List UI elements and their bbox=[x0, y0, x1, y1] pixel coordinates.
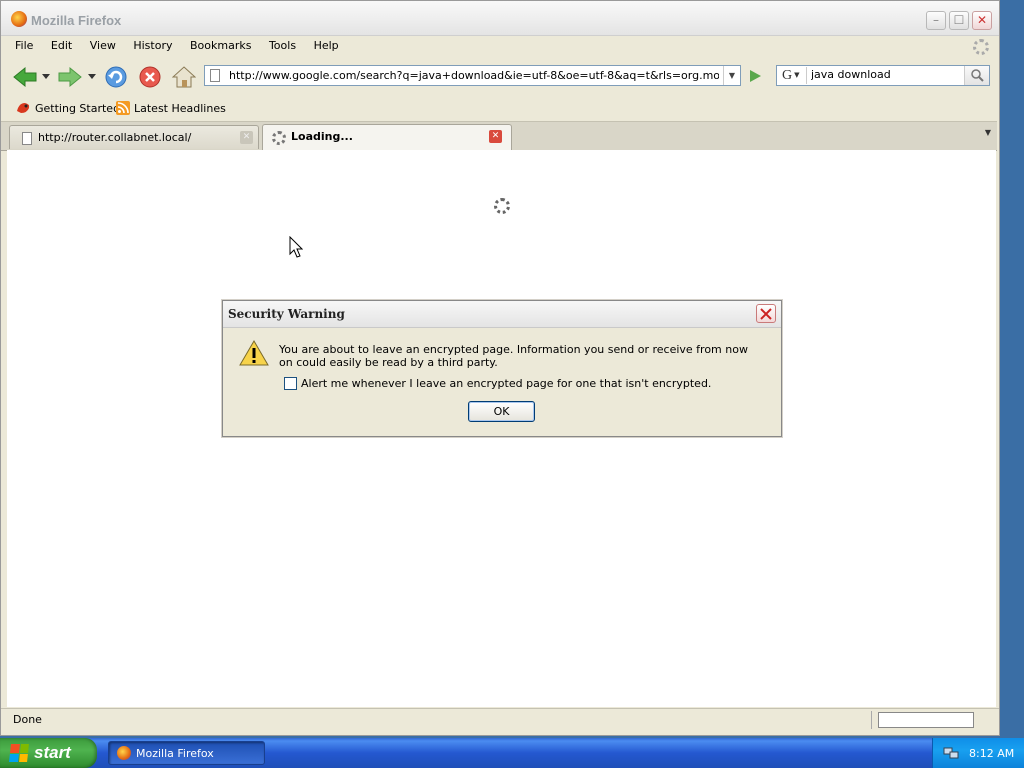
mouse-cursor-icon bbox=[289, 236, 303, 258]
menu-help[interactable]: Help bbox=[314, 39, 339, 52]
forward-button[interactable] bbox=[56, 63, 84, 91]
checkbox-label[interactable]: Alert me whenever I leave an encrypted p… bbox=[301, 377, 711, 390]
warning-icon bbox=[239, 340, 269, 366]
google-icon: G bbox=[782, 68, 793, 83]
back-button[interactable] bbox=[11, 63, 39, 91]
reload-icon bbox=[105, 66, 127, 88]
home-icon bbox=[172, 66, 196, 88]
status-divider bbox=[871, 711, 872, 729]
url-text[interactable]: http://www.google.com/search?q=java+down… bbox=[229, 69, 719, 82]
stop-icon bbox=[139, 66, 161, 88]
close-icon bbox=[760, 307, 772, 320]
dialog-title: Security Warning bbox=[228, 307, 345, 321]
page-loading-spinner-icon bbox=[494, 198, 510, 214]
dialog-title-bar[interactable]: Security Warning bbox=[223, 301, 781, 328]
bookmark-label: Latest Headlines bbox=[134, 101, 226, 115]
menu-tools[interactable]: Tools bbox=[269, 39, 296, 52]
magnifier-icon bbox=[970, 69, 984, 82]
page-icon bbox=[210, 69, 220, 82]
menu-view[interactable]: View bbox=[90, 39, 116, 52]
search-input[interactable] bbox=[811, 68, 961, 81]
menu-edit[interactable]: Edit bbox=[51, 39, 72, 52]
firefox-icon bbox=[11, 11, 27, 27]
start-label: start bbox=[34, 743, 71, 762]
back-arrow-icon bbox=[13, 66, 37, 88]
status-progress-panel bbox=[878, 712, 974, 728]
menu-file[interactable]: File bbox=[15, 39, 33, 52]
stop-button[interactable] bbox=[136, 63, 164, 91]
taskbar-button-label: Mozilla Firefox bbox=[136, 746, 214, 760]
bookmarks-toolbar: Getting Started Latest Headlines bbox=[1, 97, 999, 119]
page-icon bbox=[22, 132, 32, 145]
tab-label: http://router.collabnet.local/ bbox=[38, 131, 192, 144]
tab-close-icon[interactable]: ✕ bbox=[489, 130, 502, 143]
windows-logo-icon bbox=[9, 744, 29, 762]
close-window-button[interactable]: ✕ bbox=[972, 11, 992, 30]
firefox-icon bbox=[117, 746, 131, 760]
forward-history-dropdown[interactable] bbox=[85, 63, 99, 91]
status-text: Done bbox=[13, 713, 42, 726]
tab-list-dropdown[interactable]: ▼ bbox=[985, 128, 991, 137]
search-button[interactable] bbox=[964, 66, 989, 85]
start-button[interactable]: start bbox=[0, 738, 97, 768]
go-button[interactable] bbox=[745, 65, 765, 86]
maximize-button[interactable]: ☐ bbox=[949, 11, 969, 30]
network-icon[interactable] bbox=[943, 746, 959, 760]
system-tray: 8:12 AM bbox=[932, 738, 1024, 768]
chevron-down-icon bbox=[88, 74, 96, 79]
security-warning-dialog: Security Warning You are about to leave … bbox=[222, 300, 782, 437]
tab-router[interactable]: http://router.collabnet.local/ ✕ bbox=[9, 125, 259, 149]
tab-close-icon[interactable]: ✕ bbox=[240, 131, 253, 144]
dialog-close-button[interactable] bbox=[756, 304, 776, 323]
menu-history[interactable]: History bbox=[133, 39, 172, 52]
tab-strip: http://router.collabnet.local/ ✕ Loading… bbox=[1, 121, 997, 151]
title-bar[interactable]: Mozilla Firefox – ☐ ✕ bbox=[1, 1, 999, 36]
taskbar-firefox-button[interactable]: Mozilla Firefox bbox=[108, 741, 265, 765]
windows-taskbar: start Mozilla Firefox 8:12 AM bbox=[0, 738, 1024, 768]
minimize-button[interactable]: – bbox=[926, 11, 946, 30]
chevron-down-icon: ▼ bbox=[794, 71, 800, 80]
loading-spinner-icon bbox=[272, 131, 286, 145]
clock[interactable]: 8:12 AM bbox=[969, 747, 1014, 760]
tab-label: Loading... bbox=[291, 130, 353, 143]
rss-icon bbox=[116, 101, 130, 115]
dialog-message: You are about to leave an encrypted page… bbox=[279, 343, 748, 369]
back-history-dropdown[interactable] bbox=[39, 63, 53, 91]
url-history-dropdown[interactable]: ▼ bbox=[723, 66, 740, 85]
firefox-window: Mozilla Firefox – ☐ ✕ File Edit View His… bbox=[0, 0, 1000, 736]
reload-button[interactable] bbox=[102, 63, 130, 91]
search-engine-selector[interactable]: G ▼ bbox=[779, 67, 807, 84]
firefox-bookmark-icon bbox=[17, 103, 30, 113]
forward-arrow-icon bbox=[58, 66, 82, 88]
window-title: Mozilla Firefox bbox=[31, 13, 122, 28]
bookmark-label: Getting Started bbox=[35, 101, 121, 115]
activity-throbber-icon bbox=[973, 39, 989, 55]
status-bar: Done bbox=[1, 708, 999, 731]
tab-loading[interactable]: Loading... ✕ bbox=[262, 124, 512, 150]
search-bar: G ▼ bbox=[776, 65, 990, 86]
menu-bar: File Edit View History Bookmarks Tools H… bbox=[1, 36, 999, 56]
home-button[interactable] bbox=[170, 63, 198, 91]
bookmark-latest-headlines[interactable]: Latest Headlines bbox=[116, 101, 226, 115]
url-bar[interactable]: http://www.google.com/search?q=java+down… bbox=[204, 65, 741, 86]
menu-bookmarks[interactable]: Bookmarks bbox=[190, 39, 251, 52]
encrypted-page-alert-checkbox[interactable] bbox=[284, 377, 297, 390]
go-arrow-icon bbox=[750, 69, 761, 82]
chevron-down-icon bbox=[42, 74, 50, 79]
bookmark-getting-started[interactable]: Getting Started bbox=[15, 101, 120, 115]
ok-button[interactable]: OK bbox=[468, 401, 535, 422]
